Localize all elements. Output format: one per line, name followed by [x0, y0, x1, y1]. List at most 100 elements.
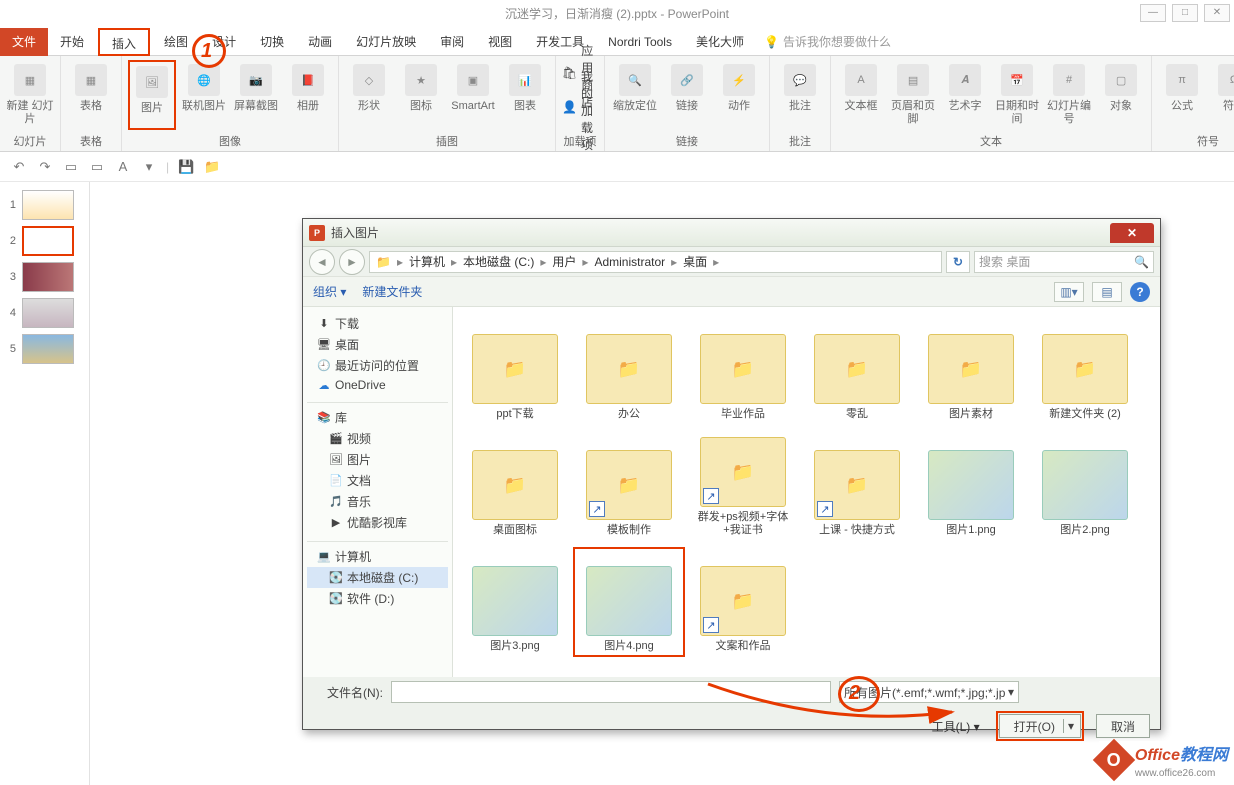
back-button[interactable]: ◄ — [309, 249, 335, 275]
textbox-button[interactable]: A文本框 — [837, 60, 885, 130]
file-item[interactable]: 图片2.png — [1029, 431, 1141, 541]
tree-cdrive[interactable]: 💽本地磁盘 (C:) — [307, 567, 448, 588]
my-addins-button[interactable]: 👤我的加载项 — [562, 94, 598, 126]
tell-me-search[interactable]: 💡 告诉我你想要做什么 — [756, 33, 891, 50]
filetype-filter[interactable]: 所有图片(*.emf;*.wmf;*.jpg;*.jp▾ — [839, 681, 1019, 703]
tab-design[interactable]: 设计 — [200, 28, 248, 56]
save-button[interactable]: 💾 — [177, 158, 195, 176]
file-item[interactable]: 📁毕业作品 — [687, 315, 799, 425]
file-item[interactable]: 图片4.png — [573, 547, 685, 657]
close-button[interactable]: ✕ — [1204, 4, 1230, 22]
file-item[interactable]: 📁图片素材 — [915, 315, 1027, 425]
tab-review[interactable]: 审阅 — [428, 28, 476, 56]
tab-slideshow[interactable]: 幻灯片放映 — [344, 28, 428, 56]
slidenum-button[interactable]: #幻灯片编号 — [1045, 60, 1093, 130]
tree-computer[interactable]: 💻计算机 — [307, 546, 448, 567]
tab-transitions[interactable]: 切换 — [248, 28, 296, 56]
tree-onedrive[interactable]: ☁OneDrive — [307, 376, 448, 394]
cancel-button[interactable]: 取消 — [1096, 714, 1150, 738]
search-input[interactable]: 搜索 桌面 🔍 — [974, 251, 1154, 273]
undo-button[interactable]: ↶ — [10, 158, 28, 176]
maximize-button[interactable]: □ — [1172, 4, 1198, 22]
file-item[interactable]: 📁ppt下载 — [459, 315, 571, 425]
object-button[interactable]: ▢对象 — [1097, 60, 1145, 130]
tab-nordri[interactable]: Nordri Tools — [596, 28, 684, 56]
qat-icon[interactable]: ▾ — [140, 158, 158, 176]
newfolder-button[interactable]: 新建文件夹 — [362, 283, 422, 300]
filename-input[interactable] — [391, 681, 831, 703]
datetime-button[interactable]: 📅日期和时间 — [993, 60, 1041, 130]
tab-home[interactable]: 开始 — [48, 28, 96, 56]
help-button[interactable]: ? — [1130, 282, 1150, 302]
view-button[interactable]: ▥▾ — [1054, 282, 1084, 302]
file-item[interactable]: 📁↗群发+ps视频+字体+我证书 — [687, 431, 799, 541]
preview-button[interactable]: ▤ — [1092, 282, 1122, 302]
forward-button[interactable]: ► — [339, 249, 365, 275]
action-button[interactable]: ⚡动作 — [715, 60, 763, 130]
refresh-button[interactable]: ↻ — [946, 251, 970, 273]
icons-button[interactable]: ★图标 — [397, 60, 445, 130]
tree-ddrive[interactable]: 💽软件 (D:) — [307, 588, 448, 609]
chart-icon: 📊 — [509, 64, 541, 96]
tab-view[interactable]: 视图 — [476, 28, 524, 56]
wordart-button[interactable]: 𝑨艺术字 — [941, 60, 989, 130]
open-button[interactable]: 打开(O)▾ — [999, 714, 1081, 738]
file-item[interactable]: 📁办公 — [573, 315, 685, 425]
tree-videos[interactable]: 🎬视频 — [307, 428, 448, 449]
file-item[interactable]: 📁↗模板制作 — [573, 431, 685, 541]
organize-button[interactable]: 组织 ▾ — [313, 283, 346, 300]
equation-button[interactable]: π公式 — [1158, 60, 1206, 130]
folder-button[interactable]: 📁 — [203, 158, 221, 176]
file-item[interactable]: 图片3.png — [459, 547, 571, 657]
shapes-button[interactable]: ◇形状 — [345, 60, 393, 130]
slide-thumb[interactable]: 1 — [4, 190, 85, 220]
font-button[interactable]: A — [114, 158, 132, 176]
qat-icon[interactable]: ▭ — [62, 158, 80, 176]
chevron-down-icon[interactable]: ▾ — [1063, 719, 1078, 733]
file-item[interactable]: 📁桌面图标 — [459, 431, 571, 541]
minimize-button[interactable]: — — [1140, 4, 1166, 22]
slide-thumb[interactable]: 5 — [4, 334, 85, 364]
slide-thumb[interactable]: 4 — [4, 298, 85, 328]
file-item[interactable]: 📁↗上课 - 快捷方式 — [801, 431, 913, 541]
smartart-button[interactable]: ▣SmartArt — [449, 60, 497, 130]
photo-album-button[interactable]: 📕相册 — [284, 60, 332, 130]
tab-insert[interactable]: 插入 — [98, 28, 150, 56]
tools-button[interactable]: 工具(L) ▾ — [932, 718, 980, 735]
file-item[interactable]: 📁↗文案和作品 — [687, 547, 799, 657]
file-item[interactable]: 📁零乱 — [801, 315, 913, 425]
download-icon: ⬇ — [317, 317, 331, 331]
slide-thumb[interactable]: 3 — [4, 262, 85, 292]
comment-button[interactable]: 💬批注 — [776, 60, 824, 130]
link-button[interactable]: 🔗链接 — [663, 60, 711, 130]
tab-beautify[interactable]: 美化大师 — [684, 28, 756, 56]
tree-documents[interactable]: 📄文档 — [307, 470, 448, 491]
tab-animations[interactable]: 动画 — [296, 28, 344, 56]
screenshot-button[interactable]: 📷屏幕截图 — [232, 60, 280, 130]
tree-music[interactable]: 🎵音乐 — [307, 491, 448, 512]
pictures-button[interactable]: 🖼图片 — [128, 60, 176, 130]
tree-libraries[interactable]: 📚库 — [307, 407, 448, 428]
qat-icon[interactable]: ▭ — [88, 158, 106, 176]
tree-desktop[interactable]: 🖥桌面 — [307, 334, 448, 355]
redo-button[interactable]: ↷ — [36, 158, 54, 176]
online-pictures-button[interactable]: 🌐联机图片 — [180, 60, 228, 130]
new-slide-button[interactable]: ▦新建 幻灯片 — [6, 60, 54, 130]
file-item[interactable]: 图片1.png — [915, 431, 1027, 541]
tab-file[interactable]: 文件 — [0, 28, 48, 56]
dialog-close-button[interactable]: ✕ — [1110, 223, 1154, 243]
table-button[interactable]: ▦表格 — [67, 60, 115, 130]
zoom-button[interactable]: 🔍缩放定位 — [611, 60, 659, 130]
tree-recent[interactable]: 🕘最近访问的位置 — [307, 355, 448, 376]
tree-downloads[interactable]: ⬇下载 — [307, 313, 448, 334]
powerpoint-icon: P — [309, 225, 325, 241]
file-item[interactable]: 📁新建文件夹 (2) — [1029, 315, 1141, 425]
tree-pictures[interactable]: 🖼图片 — [307, 449, 448, 470]
tree-youku[interactable]: ▶优酷影视库 — [307, 512, 448, 533]
tab-draw[interactable]: 绘图 — [152, 28, 200, 56]
chart-button[interactable]: 📊图表 — [501, 60, 549, 130]
headerfooter-button[interactable]: ▤页眉和页脚 — [889, 60, 937, 130]
symbol-button[interactable]: Ω符号 — [1210, 60, 1234, 130]
slide-thumb[interactable]: 2 — [4, 226, 85, 256]
breadcrumb[interactable]: 📁▸ 计算机▸ 本地磁盘 (C:)▸ 用户▸ Administrator▸ 桌面… — [369, 251, 942, 273]
